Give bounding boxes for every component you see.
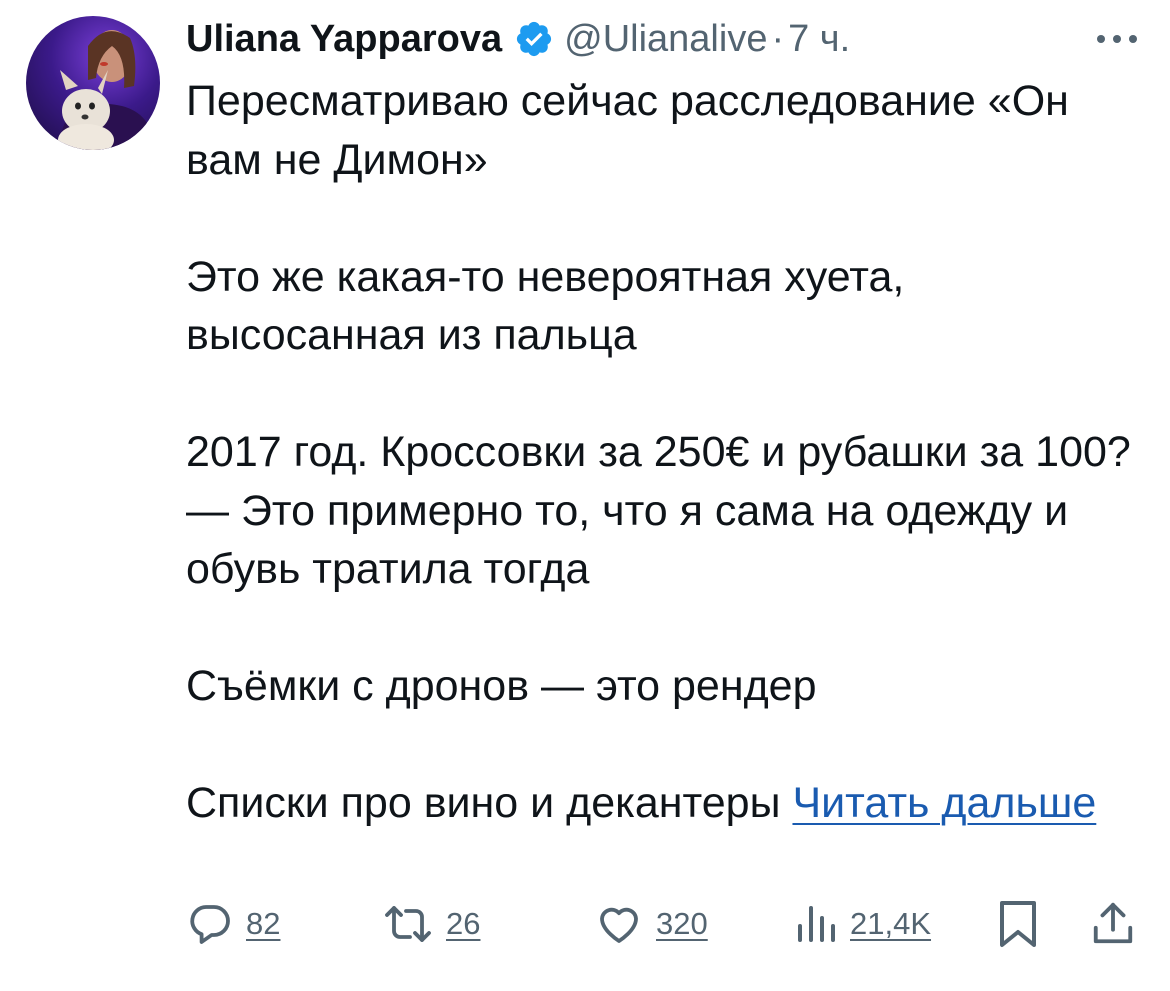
action-bar: 82 26 320 21,4K xyxy=(186,893,1146,955)
author-name[interactable]: Uliana Yapparova xyxy=(186,18,502,61)
tweet-time[interactable]: 7 ч. xyxy=(788,18,850,61)
views-button[interactable]: 21,4K xyxy=(794,893,931,955)
tweet-paragraph: Съёмки с дронов — это рендер xyxy=(186,662,817,710)
like-count: 320 xyxy=(656,906,708,941)
separator-dot: · xyxy=(771,17,785,60)
retweet-count: 26 xyxy=(446,906,481,941)
like-button[interactable]: 320 xyxy=(594,893,708,955)
profile-photo-with-dog xyxy=(58,30,150,150)
read-more-link[interactable]: Читать дальше xyxy=(792,779,1096,827)
retweet-icon xyxy=(385,906,431,942)
reply-count: 82 xyxy=(246,906,281,941)
share-button[interactable] xyxy=(1090,893,1136,955)
more-dots-icon[interactable] xyxy=(1092,16,1142,62)
bookmark-button[interactable] xyxy=(996,893,1040,955)
tweet-text: Пересматриваю сейчас расследование «Он в… xyxy=(186,72,1146,833)
tweet-header: Uliana Yapparova @Ulianalive · 7 ч. xyxy=(186,14,1150,64)
tweet-paragraph: Пересматриваю сейчас расследование «Он в… xyxy=(186,77,1069,184)
heart-icon xyxy=(600,907,638,943)
tweet-paragraph-last: Списки про вино и декантеры Читать дальш… xyxy=(186,774,1146,833)
views-icon xyxy=(798,906,835,942)
tweet-paragraph: 2017 год. Кроссовки за 250€ и рубашки за… xyxy=(186,428,1131,593)
author-handle[interactable]: @Ulianalive xyxy=(564,18,767,61)
retweet-button[interactable]: 26 xyxy=(382,893,480,955)
tweet-paragraph-text: Списки про вино и декантеры xyxy=(186,779,781,827)
reply-icon xyxy=(190,905,230,944)
reply-button[interactable]: 82 xyxy=(186,893,280,955)
bookmark-icon xyxy=(1000,901,1036,947)
avatar[interactable] xyxy=(26,16,160,150)
tweet-paragraph: Это же какая-то невероятная хуета, высос… xyxy=(186,252,905,360)
share-icon xyxy=(1093,902,1133,944)
views-count: 21,4K xyxy=(850,906,932,941)
verified-badge-icon[interactable] xyxy=(514,19,554,59)
